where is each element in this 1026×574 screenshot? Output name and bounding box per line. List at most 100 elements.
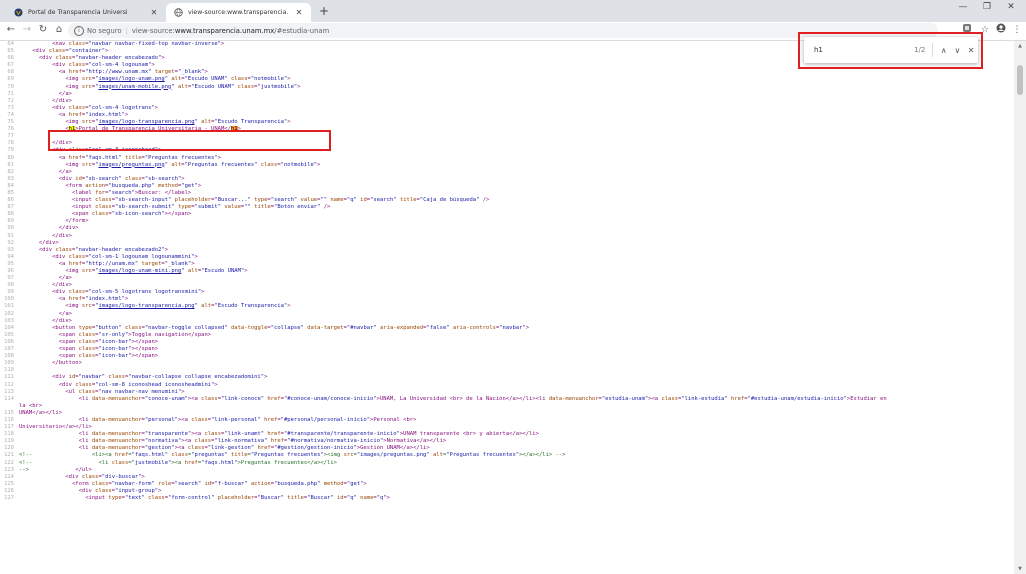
source-line: 115 UNAM</a></li> [0, 410, 1014, 417]
source-line: 85 <label for="search">Buscar: </label> [0, 190, 1014, 197]
extension-icon[interactable] [960, 23, 974, 37]
source-code: <div class="col-sm-3 iconoshead"> [19, 147, 162, 154]
tab-view-source[interactable]: view-source:www.transparencia. ✕ [166, 3, 311, 22]
menu-kebab-icon[interactable]: ⋮ [1010, 23, 1024, 37]
scroll-thumb[interactable] [1017, 65, 1023, 95]
minimize-icon[interactable]: — [954, 2, 972, 12]
line-number: 78 [7, 140, 14, 147]
line-number: 65 [7, 48, 14, 55]
find-next-icon[interactable]: ∨ [951, 46, 965, 55]
source-line: 109 </button> [0, 360, 1014, 367]
find-input[interactable]: h1 [814, 46, 914, 54]
source-code: <div class="col-sm-4 logotrans"> [19, 104, 159, 111]
source-line: 104 <button type="button" class="navbar-… [0, 325, 1014, 332]
line-number: 106 [4, 338, 14, 345]
line-number: 98 [7, 282, 14, 289]
url-text[interactable]: view-source:www.transparencia.unam.mx/#e… [132, 27, 329, 35]
source-code: </div> [19, 239, 59, 246]
source-code: </div> [19, 232, 72, 239]
source-line: 84 <form action="busqueda.php" method="g… [0, 183, 1014, 190]
home-icon[interactable]: ⌂ [52, 23, 66, 37]
line-number: 93 [7, 246, 14, 253]
line-number: 119 [4, 438, 14, 445]
source-code [19, 133, 1014, 140]
source-line: 124 <div class="div-buscar"> [0, 474, 1014, 481]
source-code: <h1>Portal de Transparencia Universitari… [19, 126, 241, 133]
close-window-icon[interactable]: ✕ [1002, 2, 1020, 12]
source-code: <li data-menuanchor="personal"><a class=… [19, 416, 417, 423]
line-number: 80 [7, 154, 14, 161]
find-previous-icon[interactable]: ∧ [937, 46, 951, 55]
address-bar[interactable]: i No seguro | view-source:www.transparen… [68, 23, 938, 38]
new-tab-button[interactable]: + [317, 3, 331, 19]
source-line: 74 <a href="index.html"> [0, 112, 1014, 119]
source-code: <img src="images/logo-transparencia.png"… [19, 303, 291, 310]
line-number: 97 [7, 275, 14, 282]
source-code: <li data-menuanchor="gestion"><a class="… [19, 445, 430, 452]
line-number: 124 [4, 473, 14, 480]
line-number: 94 [7, 253, 14, 260]
info-icon[interactable]: i [74, 25, 84, 36]
close-tab-icon[interactable]: ✕ [293, 8, 305, 17]
source-line: 101 <img src="images/logo-transparencia.… [0, 303, 1014, 310]
source-line: 108 <span class="icon-bar"></span> [0, 353, 1014, 360]
restore-icon[interactable]: ❐ [978, 2, 996, 12]
line-number: 82 [7, 168, 14, 175]
source-line: 89 </form> [0, 218, 1014, 225]
back-icon[interactable]: ← [4, 23, 18, 37]
line-number: 64 [7, 41, 14, 47]
source-line: 119 <li data-menuanchor="normativa"><a c… [0, 438, 1014, 445]
line-number: 72 [7, 97, 14, 104]
source-code: <div class="col-sm-4 logounam"> [19, 62, 155, 69]
source-code: </button> [19, 360, 82, 367]
source-line: 90 </div> [0, 225, 1014, 232]
source-line: 67 <div class="col-sm-4 logounam"> [0, 62, 1014, 69]
source-code: <span class="icon-bar"></span> [19, 338, 159, 345]
source-code: </div> [19, 282, 72, 289]
tab-portal[interactable]: Portal de Transparencia Universi ✕ [6, 3, 166, 22]
source-line: 122 <!-- <li class="justmobile"><a href="… [0, 460, 1014, 467]
source-line: 93 <div class="navbar-header encabezado2… [0, 247, 1014, 254]
source-code: <span class="sb-icon-search"></span> [19, 211, 192, 218]
line-number: 116 [4, 416, 14, 423]
source-code: la <br> [19, 402, 43, 409]
find-bar: h1 1/2 ∧ ∨ ✕ [804, 37, 978, 63]
forward-icon[interactable]: → [20, 23, 34, 37]
source-line: 111 <div id="navbar" class="navbar-colla… [0, 374, 1014, 381]
line-number: 101 [4, 303, 14, 310]
source-line: 113 <ul class="nav navbar-nav menumini"> [0, 389, 1014, 396]
source-code: <form class="navbar-form" role="search" … [19, 480, 367, 487]
line-number: 79 [7, 147, 14, 154]
source-line: 73 <div class="col-sm-4 logotrans"> [0, 105, 1014, 112]
line-number: 104 [4, 324, 14, 331]
source-code: <a href="index.html"> [19, 296, 129, 303]
source-code: </div> [19, 317, 72, 324]
source-code: <a href="index.html"> [19, 111, 129, 118]
reload-icon[interactable]: ↻ [36, 23, 50, 37]
close-tab-icon[interactable]: ✕ [148, 8, 160, 17]
security-status[interactable]: No seguro [87, 27, 122, 35]
line-number: 121 [4, 452, 14, 459]
line-number: 122 [4, 459, 14, 466]
source-code: </div> [19, 97, 72, 104]
line-number: 95 [7, 260, 14, 267]
source-line: 97 </a> [0, 275, 1014, 282]
vertical-scrollbar[interactable]: ▲ ▼ [1014, 41, 1026, 574]
source-code: </a> [19, 90, 72, 97]
source-line: 125 <form class="navbar-form" role="sear… [0, 481, 1014, 488]
line-number: 103 [4, 317, 14, 324]
source-code: <label for="search">Buscar: </label> [19, 189, 192, 196]
source-line: 76 <h1>Portal de Transparencia Universit… [0, 126, 1014, 133]
scroll-up-icon[interactable]: ▲ [1014, 41, 1026, 51]
profile-icon[interactable] [994, 23, 1008, 37]
find-close-icon[interactable]: ✕ [964, 46, 978, 55]
bookmark-star-icon[interactable]: ☆ [978, 23, 992, 37]
line-number: 107 [4, 346, 14, 353]
source-line: 94 <div class="col-sm-1 logounam logouna… [0, 254, 1014, 261]
scroll-down-icon[interactable]: ▼ [1014, 564, 1026, 574]
line-number: 110 [4, 367, 14, 374]
source-line: 75 <img src="images/logo-transparencia.p… [0, 119, 1014, 126]
line-number: 73 [7, 104, 14, 111]
tab-strip: Portal de Transparencia Universi ✕ view-… [0, 0, 1026, 22]
tab-title: Portal de Transparencia Universi [28, 9, 128, 16]
